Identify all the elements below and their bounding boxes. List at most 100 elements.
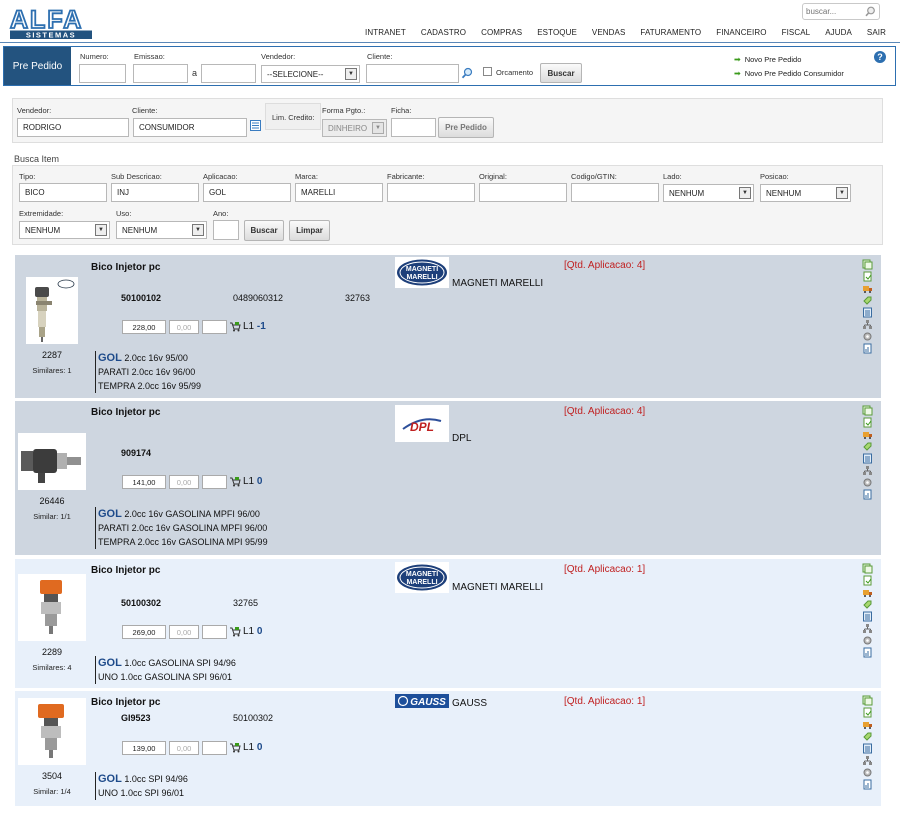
discount-input[interactable]: 0,00 [169,741,199,755]
add-to-cart-icon[interactable] [229,626,241,639]
nav-faturamento[interactable]: FATURAMENTO [640,28,701,37]
codigo-gtin-input[interactable] [571,183,659,202]
nav-vendas[interactable]: VENDAS [592,28,626,37]
buscar-item-button[interactable]: Buscar [244,220,284,241]
document-add-icon[interactable] [862,707,873,718]
alfa-logo[interactable]: ALFA SISTEMAS [9,6,93,40]
truck-icon[interactable] [862,429,873,440]
tag-icon[interactable] [862,441,873,452]
add-to-cart-icon[interactable] [229,742,241,755]
copy-icon[interactable] [862,563,873,574]
extremidade-select[interactable]: NENHUM ▼ [19,221,110,239]
add-to-cart-icon[interactable] [229,321,241,334]
report-icon[interactable] [862,647,873,658]
hierarchy-icon[interactable] [862,465,873,476]
tag-icon[interactable] [862,599,873,610]
report-icon[interactable] [862,779,873,790]
similares-link[interactable]: Similar: 1/1 [25,512,79,521]
gear-icon[interactable] [862,635,873,646]
tag-icon[interactable] [862,295,873,306]
client-list-icon[interactable] [250,120,261,133]
calculator-icon[interactable] [862,453,873,464]
discount-input[interactable]: 0,00 [169,320,199,334]
product-image[interactable] [26,277,78,344]
price-input[interactable]: 228,00 [122,320,166,334]
truck-icon[interactable] [862,283,873,294]
quantity-input[interactable] [202,320,227,334]
ficha-input[interactable] [391,118,436,137]
buscar-prepedido-button[interactable]: Buscar [540,63,582,83]
global-search-input[interactable] [803,4,861,19]
copy-icon[interactable] [862,695,873,706]
nav-compras[interactable]: COMPRAS [481,28,522,37]
vendedor-select[interactable]: --SELECIONE-- ▼ [261,65,360,83]
marca-input[interactable]: MARELLI [295,183,383,202]
calculator-icon[interactable] [862,743,873,754]
forma-pgto-select[interactable]: DINHEIRO ▼ [322,119,387,137]
document-add-icon[interactable] [862,417,873,428]
fabricante-input[interactable] [387,183,475,202]
nav-ajuda[interactable]: AJUDA [825,28,852,37]
product-image[interactable] [18,433,86,490]
similares-link[interactable]: Similar: 1/4 [25,787,79,796]
pre-pedido-button[interactable]: Pre Pedido [438,117,494,138]
quantity-input[interactable] [202,475,227,489]
price-input[interactable]: 269,00 [122,625,166,639]
product-image[interactable] [18,698,86,765]
vehicle-name[interactable]: GOL [98,508,122,520]
search-icon[interactable] [865,6,876,19]
tipo-input[interactable]: BICO [19,183,107,202]
copy-icon[interactable] [862,259,873,270]
truck-icon[interactable] [862,587,873,598]
document-add-icon[interactable] [862,271,873,282]
gear-icon[interactable] [862,331,873,342]
document-add-icon[interactable] [862,575,873,586]
truck-icon[interactable] [862,719,873,730]
original-input[interactable] [479,183,567,202]
client-lookup-icon[interactable] [461,67,473,81]
nav-intranet[interactable]: INTRANET [365,28,406,37]
report-icon[interactable] [862,343,873,354]
quantity-input[interactable] [202,741,227,755]
report-icon[interactable] [862,489,873,500]
nav-financeiro[interactable]: FINANCEIRO [716,28,766,37]
ano-input[interactable] [213,220,239,240]
help-icon[interactable]: ? [874,51,886,63]
price-input[interactable]: 141,00 [122,475,166,489]
similares-link[interactable]: Similares: 4 [25,663,79,672]
subdesc-input[interactable]: INJ [111,183,199,202]
aplicacao-input[interactable]: GOL [203,183,291,202]
numero-input[interactable] [79,64,126,83]
posicao-select[interactable]: NENHUM ▼ [760,184,851,202]
similares-link[interactable]: Similares: 1 [27,366,77,375]
nav-estoque[interactable]: ESTOQUE [537,28,577,37]
orcamento-checkbox[interactable] [483,67,492,76]
gear-icon[interactable] [862,477,873,488]
emissao-start-input[interactable] [133,64,188,83]
cliente-filter-input[interactable] [366,64,459,83]
order-cliente-input[interactable]: CONSUMIDOR [133,118,247,137]
quantity-input[interactable] [202,625,227,639]
gear-icon[interactable] [862,767,873,778]
novo-pre-pedido-link[interactable]: ➡ Novo Pre Pedido [734,55,801,64]
calculator-icon[interactable] [862,307,873,318]
discount-input[interactable]: 0,00 [169,625,199,639]
hierarchy-icon[interactable] [862,755,873,766]
calculator-icon[interactable] [862,611,873,622]
hierarchy-icon[interactable] [862,623,873,634]
order-vendedor-input[interactable]: RODRIGO [17,118,129,137]
price-input[interactable]: 139,00 [122,741,166,755]
vehicle-name[interactable]: GOL [98,352,122,364]
hierarchy-icon[interactable] [862,319,873,330]
vehicle-name[interactable]: GOL [98,657,122,669]
product-image[interactable] [18,574,86,641]
add-to-cart-icon[interactable] [229,476,241,489]
discount-input[interactable]: 0,00 [169,475,199,489]
nav-cadastro[interactable]: CADASTRO [421,28,466,37]
vehicle-name[interactable]: GOL [98,773,122,785]
nav-sair[interactable]: SAIR [867,28,886,37]
lado-select[interactable]: NENHUM ▼ [663,184,754,202]
novo-pre-pedido-consumidor-link[interactable]: ➡ Novo Pre Pedido Consumidor [734,69,844,78]
copy-icon[interactable] [862,405,873,416]
emissao-end-input[interactable] [201,64,256,83]
